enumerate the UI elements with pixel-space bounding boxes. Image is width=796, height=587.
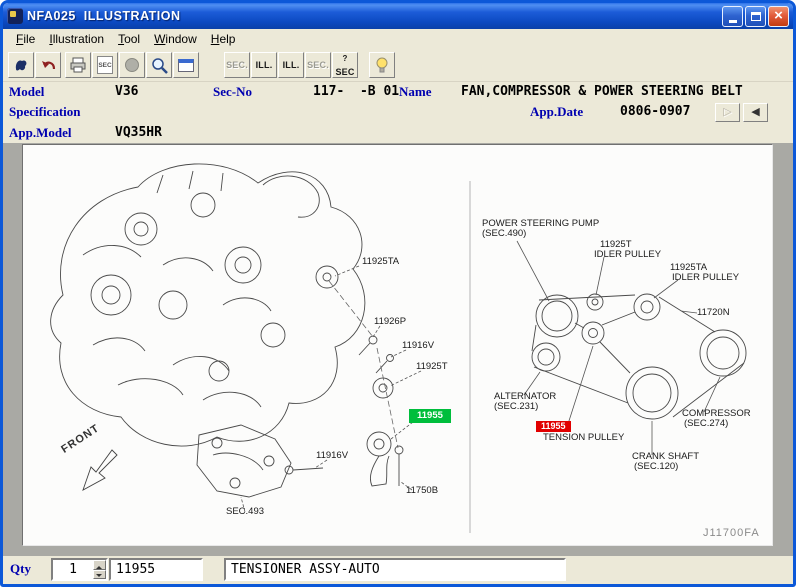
label-11720n[interactable]: 11720N [697, 308, 730, 318]
callout-11926p[interactable]: 11926P [374, 317, 406, 327]
part-number-field[interactable]: 11955 [109, 558, 203, 581]
appmodel-label: App.Model [9, 125, 72, 140]
callout-11925ta[interactable]: 11925TA [362, 257, 399, 267]
parts-list-button[interactable] [8, 52, 34, 78]
spec-label: Specification [9, 104, 81, 119]
callout-11925t[interactable]: 11925T [416, 362, 448, 372]
menu-window[interactable]: Window [147, 30, 204, 48]
hint-button[interactable] [369, 52, 395, 78]
printer-icon [70, 57, 86, 73]
undo-arrow-icon [42, 61, 56, 70]
app-icon [7, 8, 23, 24]
menu-tool[interactable]: Tool [111, 30, 147, 48]
zoom-button[interactable] [146, 52, 172, 78]
label-sec231: (SEC.231) [494, 401, 539, 412]
model-value: V36 [115, 84, 139, 99]
qty-up-button[interactable] [93, 560, 106, 570]
lightbulb-icon [376, 57, 388, 73]
sec-search-button[interactable]: ? SEC [332, 52, 358, 78]
callout-sec493[interactable]: SEC.493 [226, 507, 264, 517]
name-label: Name [399, 84, 432, 99]
undo-button[interactable] [35, 52, 61, 78]
title-bar: NFA025 ILLUSTRATION [3, 3, 793, 29]
secno-label: Sec-No [213, 84, 252, 99]
magnifier-icon [151, 57, 168, 74]
qty-label: Qty [10, 561, 31, 576]
label-idler-pulley-2: IDLER PULLEY [672, 272, 740, 283]
sec-next-button[interactable]: SEC. [305, 52, 331, 78]
engine-drawing [50, 163, 747, 533]
appmodel-value: VQ35HR [115, 125, 162, 140]
circle-icon [125, 58, 139, 72]
qty-value: 1 [69, 562, 77, 577]
label-sec490: (SEC.490) [482, 228, 527, 239]
app-window: NFA025 ILLUSTRATION File Illustration To… [0, 0, 796, 587]
ill-next-button[interactable]: ILL. [278, 52, 304, 78]
next-illustration-button[interactable]: ▷ [715, 103, 740, 122]
menu-illustration[interactable]: Illustration [42, 30, 111, 48]
label-sec120: (SEC.120) [634, 461, 679, 472]
secno-value: 117- -B 01 [313, 84, 400, 99]
record-button[interactable] [119, 52, 145, 78]
panel-icon [178, 58, 194, 72]
close-button[interactable] [768, 5, 789, 27]
selected-part-highlight-red[interactable]: 11955 [536, 421, 571, 432]
drawing-number: J11700FA [703, 527, 760, 539]
workspace: 11925TA 11926P 11916V 11925T 11955 11916… [3, 143, 793, 556]
window-title: NFA025 ILLUSTRATION [27, 9, 181, 23]
minimize-button[interactable] [722, 5, 743, 27]
ill-list-button[interactable]: ILL. [251, 52, 277, 78]
appdate-label: App.Date [530, 104, 584, 119]
sec-document-icon: SEC [97, 56, 113, 74]
sec-prev-button[interactable]: SEC. [224, 52, 250, 78]
prev-illustration-button[interactable]: ◀ [743, 103, 768, 122]
info-bar: Model V36 Sec-No 117- -B 01 Name FAN,COM… [3, 82, 793, 143]
bottom-bar: Qty 1 11955 TENSIONER ASSY-AUTO [3, 556, 793, 584]
part-name-field[interactable]: TENSIONER ASSY-AUTO [224, 558, 566, 581]
callout-11916v-2[interactable]: 11916V [316, 451, 348, 461]
qty-down-button[interactable] [93, 569, 106, 579]
label-sec274: (SEC.274) [684, 418, 729, 429]
illustration-canvas[interactable]: 11925TA 11926P 11916V 11925T 11955 11916… [22, 144, 773, 546]
name-value: FAN,COMPRESSOR & POWER STEERING BELT [461, 84, 743, 99]
callout-11916v-1[interactable]: 11916V [402, 341, 434, 351]
maximize-button[interactable] [745, 5, 766, 27]
callout-11750b[interactable]: 11750B [406, 486, 438, 496]
appdate-value: 0806-0907 [620, 104, 691, 119]
qty-spinner[interactable]: 1 [51, 558, 108, 581]
label-idler-pulley-1: IDLER PULLEY [594, 249, 662, 260]
layout-button[interactable] [173, 52, 199, 78]
model-label: Model [9, 84, 45, 99]
menu-bar: File Illustration Tool Window Help [3, 29, 793, 49]
sec-view-button[interactable]: SEC [92, 52, 118, 78]
dark-tool-icon [15, 60, 27, 71]
selected-part-highlight[interactable]: 11955 [409, 409, 451, 423]
toolbar: SEC SEC. ILL. ILL. SEC. ? SEC [3, 49, 793, 82]
print-button[interactable] [65, 52, 91, 78]
label-tension-pulley: TENSION PULLEY [543, 432, 625, 443]
menu-help[interactable]: Help [204, 30, 243, 48]
menu-file[interactable]: File [9, 30, 42, 48]
